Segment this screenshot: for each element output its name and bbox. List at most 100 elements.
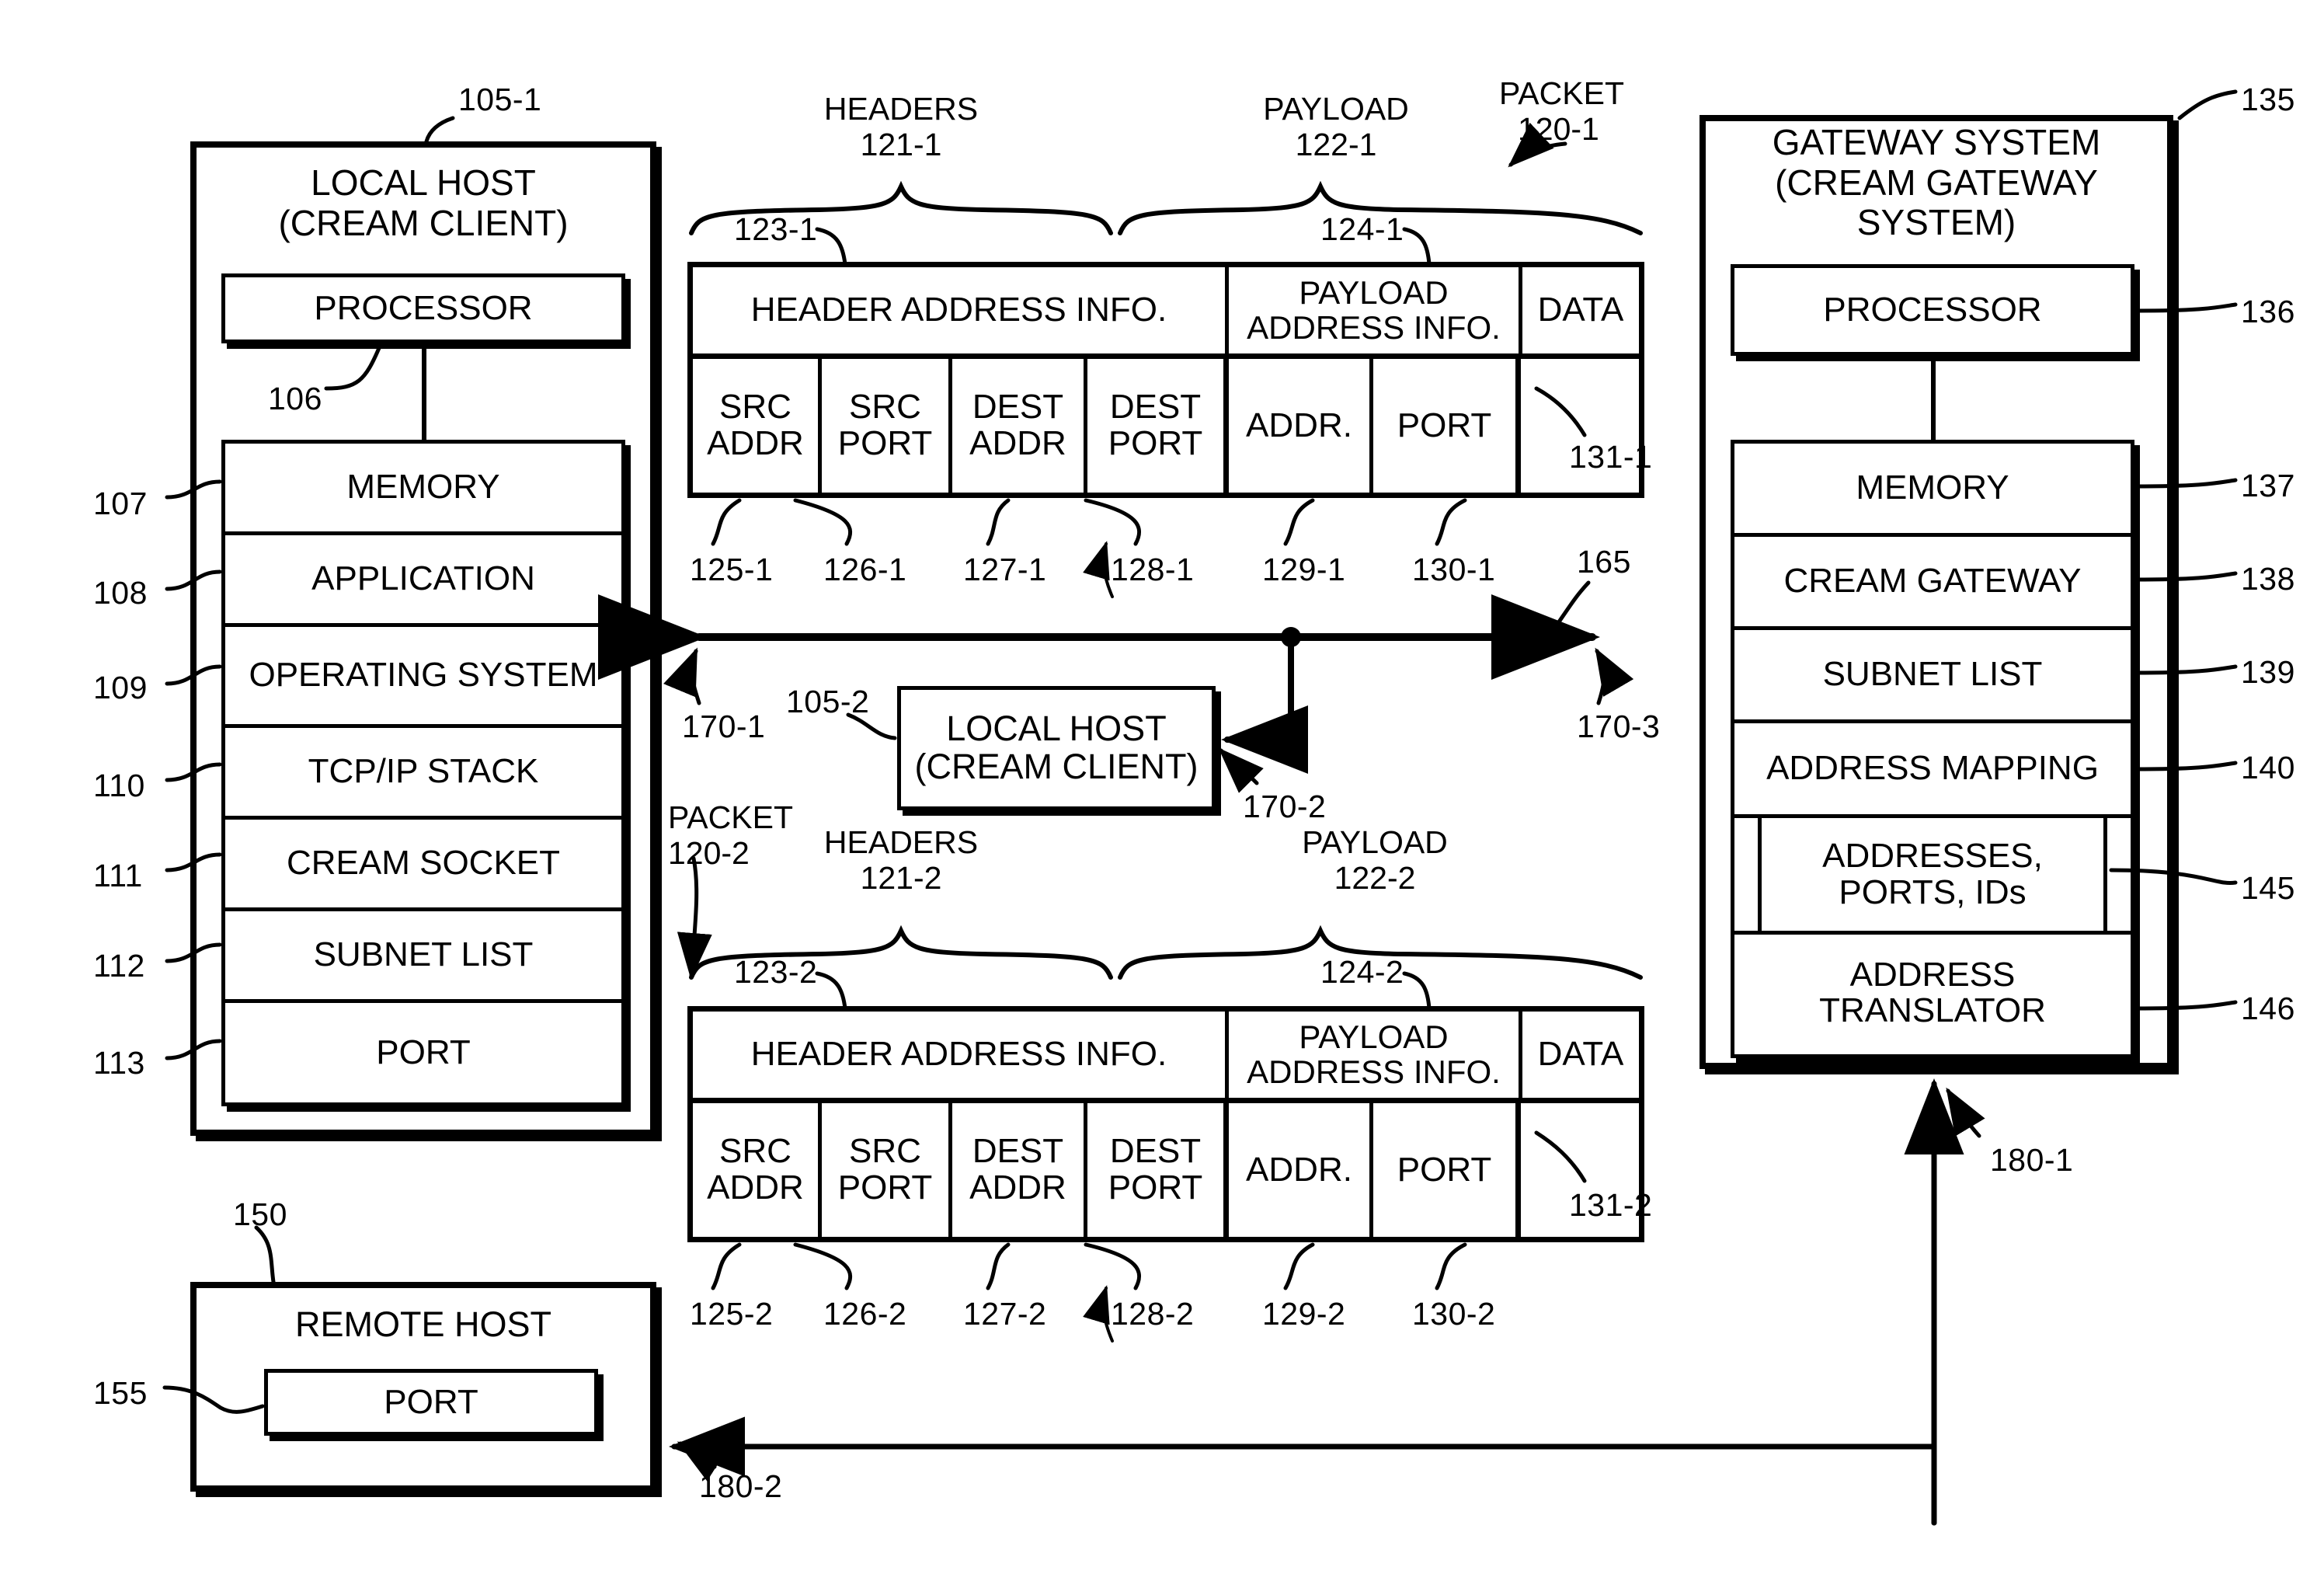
cell-line1: DEST xyxy=(1109,388,1202,427)
row-label: MEMORY xyxy=(1856,468,2009,507)
gateway-processor: PROCESSOR xyxy=(1731,264,2134,356)
ref-127-2: 127-2 xyxy=(963,1296,1047,1332)
gateway-title-line1: GATEWAY SYSTEM xyxy=(1772,122,2101,162)
gateway-bus xyxy=(1931,356,1936,440)
caption-line1: HEADERS xyxy=(823,824,979,860)
ref-155: 155 xyxy=(93,1375,148,1411)
packet1-field-src-addr: SRC ADDR xyxy=(693,359,822,493)
packet1-field-src-port: SRC PORT xyxy=(822,359,952,493)
middle-host-line2: (CREAM CLIENT) xyxy=(914,747,1199,786)
ref-128-2: 128-2 xyxy=(1111,1296,1195,1332)
cell-label: SRC PORT xyxy=(838,389,932,461)
ref-108: 108 xyxy=(93,575,148,611)
cell-line1: DEST xyxy=(972,1132,1064,1171)
cell-line2: ADDR xyxy=(707,1168,804,1207)
ref-124-2: 124-2 xyxy=(1320,954,1404,990)
ref-127-1: 127-1 xyxy=(963,552,1047,587)
row-label: SUBNET LIST xyxy=(313,935,534,974)
local-host-row-memory: MEMORY xyxy=(225,444,621,535)
packet2-field-src-port: SRC PORT xyxy=(822,1103,952,1237)
cell-label: SRC ADDR xyxy=(707,1134,804,1206)
ref-107: 107 xyxy=(93,486,148,521)
gateway-addresses-inner: ADDRESSES, PORTS, IDs xyxy=(1758,818,2107,931)
ref-125-1: 125-1 xyxy=(690,552,774,587)
cell-line2: PORT xyxy=(837,1168,933,1207)
cell-label: DATA xyxy=(1537,1035,1624,1074)
local-host-memory-stack: MEMORY APPLICATION OPERATING SYSTEM TCP/… xyxy=(221,440,625,1106)
packet1-data-cell: DATA xyxy=(1522,267,1639,353)
ref-180-1: 180-1 xyxy=(1990,1142,2074,1178)
ref-105-2: 105-2 xyxy=(786,684,870,719)
ref-140: 140 xyxy=(2241,750,2295,785)
caption-line2: 121-2 xyxy=(860,859,942,896)
gateway-processor-label: PROCESSOR xyxy=(1823,291,2042,329)
ref-180-2: 180-2 xyxy=(699,1468,783,1504)
packet1-packet-caption: PACKET 120-1 xyxy=(1499,75,1709,148)
ref-138: 138 xyxy=(2241,561,2295,597)
gateway-row-address-mapping: ADDRESS MAPPING xyxy=(1734,723,2131,818)
cell-line1: SRC xyxy=(719,388,791,427)
row-label: ADDRESS MAPPING xyxy=(1766,749,2099,788)
packet2-headers-caption: HEADERS 121-2 xyxy=(777,824,1025,897)
ref-109: 109 xyxy=(93,670,148,705)
ref-113: 113 xyxy=(93,1045,145,1081)
packet1-field-port: PORT xyxy=(1373,359,1521,493)
ref-150: 150 xyxy=(233,1196,287,1232)
packet2-field-port: PORT xyxy=(1373,1103,1521,1237)
ref-111: 111 xyxy=(93,858,143,893)
ref-131-2: 131-2 xyxy=(1569,1187,1653,1223)
ref-123-2: 123-2 xyxy=(734,954,818,990)
cell-label: DEST PORT xyxy=(1108,389,1202,461)
caption-line2: 120-1 xyxy=(1518,110,1599,147)
gateway-row-addresses-ports-ids: ADDRESSES, PORTS, IDs xyxy=(1734,818,2131,935)
caption-line2: 122-2 xyxy=(1334,859,1416,896)
packet2-field-src-addr: SRC ADDR xyxy=(693,1103,822,1237)
local-host-title-line1: LOCAL HOST xyxy=(311,162,536,203)
middle-local-host: LOCAL HOST (CREAM CLIENT) xyxy=(897,686,1216,810)
cell-label: PAYLOAD ADDRESS INFO. xyxy=(1247,273,1501,346)
ref-126-2: 126-2 xyxy=(823,1296,907,1332)
cell-label: SRC PORT xyxy=(838,1134,932,1206)
ref-123-1: 123-1 xyxy=(734,211,818,247)
ref-136: 136 xyxy=(2241,294,2295,329)
caption-line2: 122-1 xyxy=(1295,126,1377,162)
middle-host-line1: LOCAL HOST xyxy=(946,709,1167,749)
packet1-headers-caption: HEADERS 121-1 xyxy=(777,91,1025,163)
gateway-title-line2: (CREAM GATEWAY xyxy=(1775,162,2098,203)
ref-126-1: 126-1 xyxy=(823,552,907,587)
local-host-row-operating-system: OPERATING SYSTEM xyxy=(225,627,621,728)
cell-line1: DEST xyxy=(972,388,1064,427)
caption-line1: HEADERS xyxy=(823,91,979,127)
local-host-row-tcpip-stack: TCP/IP STACK xyxy=(225,728,621,820)
cell-line1: SRC xyxy=(849,1132,921,1171)
cell-label: ADDR. xyxy=(1246,406,1352,444)
gateway-title-line3: SYSTEM) xyxy=(1856,202,2016,243)
ref-170-3: 170-3 xyxy=(1577,709,1661,744)
local-host-processor: PROCESSOR xyxy=(221,273,625,343)
gateway-row-memory: MEMORY xyxy=(1734,444,2131,537)
ref-105-1: 105-1 xyxy=(458,82,542,117)
local-host-row-subnet-list: SUBNET LIST xyxy=(225,911,621,1003)
row-label: CREAM GATEWAY xyxy=(1783,562,2082,601)
packet1-field-dest-port: DEST PORT xyxy=(1087,359,1229,493)
ref-130-1: 130-1 xyxy=(1412,552,1496,587)
cell-label: DEST ADDR xyxy=(969,389,1066,461)
ref-135: 135 xyxy=(2241,82,2295,117)
cell-line2: PORT xyxy=(1108,424,1203,462)
packet2-payload-address-info-cell: PAYLOAD ADDRESS INFO. xyxy=(1229,1012,1522,1098)
cell-label: ADDR. xyxy=(1246,1150,1352,1189)
cell-label: PAYLOAD ADDRESS INFO. xyxy=(1247,1018,1501,1090)
packet2-table: HEADER ADDRESS INFO. PAYLOAD ADDRESS INF… xyxy=(687,1006,1644,1242)
caption-line1: PAYLOAD xyxy=(1302,824,1448,860)
ref-170-2: 170-2 xyxy=(1243,789,1327,824)
ref-170-1: 170-1 xyxy=(682,709,766,744)
diagram-canvas: LOCAL HOST (CREAM CLIENT) PROCESSOR MEMO… xyxy=(0,0,2324,1581)
ref-165: 165 xyxy=(1577,544,1631,580)
cell-line2: ADDR xyxy=(707,424,804,462)
gateway-row-subnet-list: SUBNET LIST xyxy=(1734,630,2131,723)
gateway-title: GATEWAY SYSTEM (CREAM GATEWAY SYSTEM) xyxy=(1700,122,2173,243)
cell-label: DATA xyxy=(1537,291,1624,329)
ref-128-1: 128-1 xyxy=(1111,552,1195,587)
packet2-field-dest-addr: DEST ADDR xyxy=(952,1103,1087,1237)
caption-line2: 121-1 xyxy=(860,126,942,162)
